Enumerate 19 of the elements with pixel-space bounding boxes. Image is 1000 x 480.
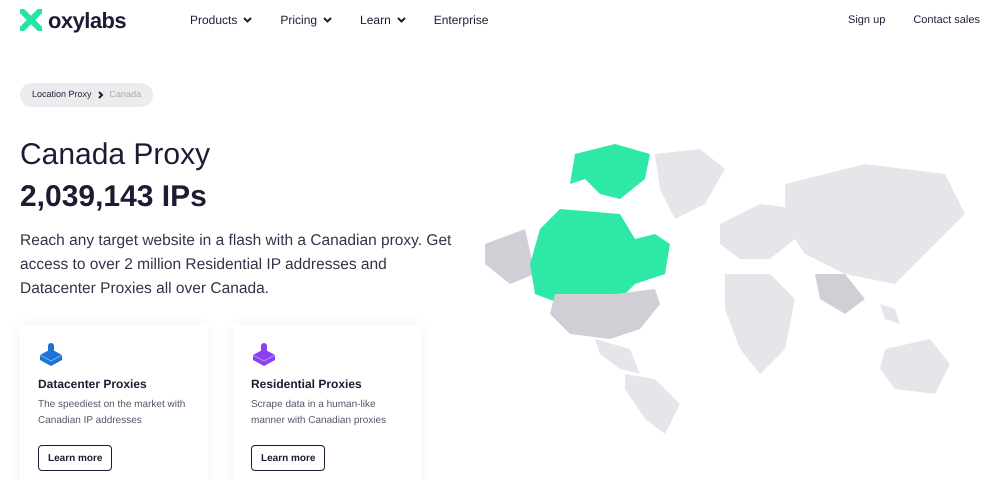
learn-more-button[interactable]: Learn more [251,445,326,471]
chevron-right-icon [98,91,104,99]
learn-more-button[interactable]: Learn more [38,445,112,471]
card-text: The speediest on the market with Canadian IP addresses [38,398,186,428]
card-text: Scrape data in a human-like manner with Canadian proxies [251,398,388,428]
card-title: Residential Proxies [251,376,363,393]
nav-link[interactable]: Sign up [848,12,886,28]
logo-icon [20,9,42,31]
description: Reach any target website in a flash with a Canadian proxy. Get access to over 2 million Residential IP addresses and Datacenter Proxies all over Canada. [20,231,452,299]
nav-link[interactable]: Pricing [280,11,332,29]
ip-count: 2,039,143 IPs [20,179,208,215]
nav-link[interactable]: Learn [360,11,406,29]
nav-link[interactable]: Contact sales [913,12,980,28]
card-title: Datacenter Proxies [38,376,148,393]
nav-link[interactable]: Enterprise [434,11,488,29]
nav-link[interactable]: Products [190,11,252,29]
page-title: Canada Proxy [20,137,212,173]
breadcrumb-link[interactable]: Location Proxy [32,88,92,102]
logo-text: oxylabs [48,6,126,35]
